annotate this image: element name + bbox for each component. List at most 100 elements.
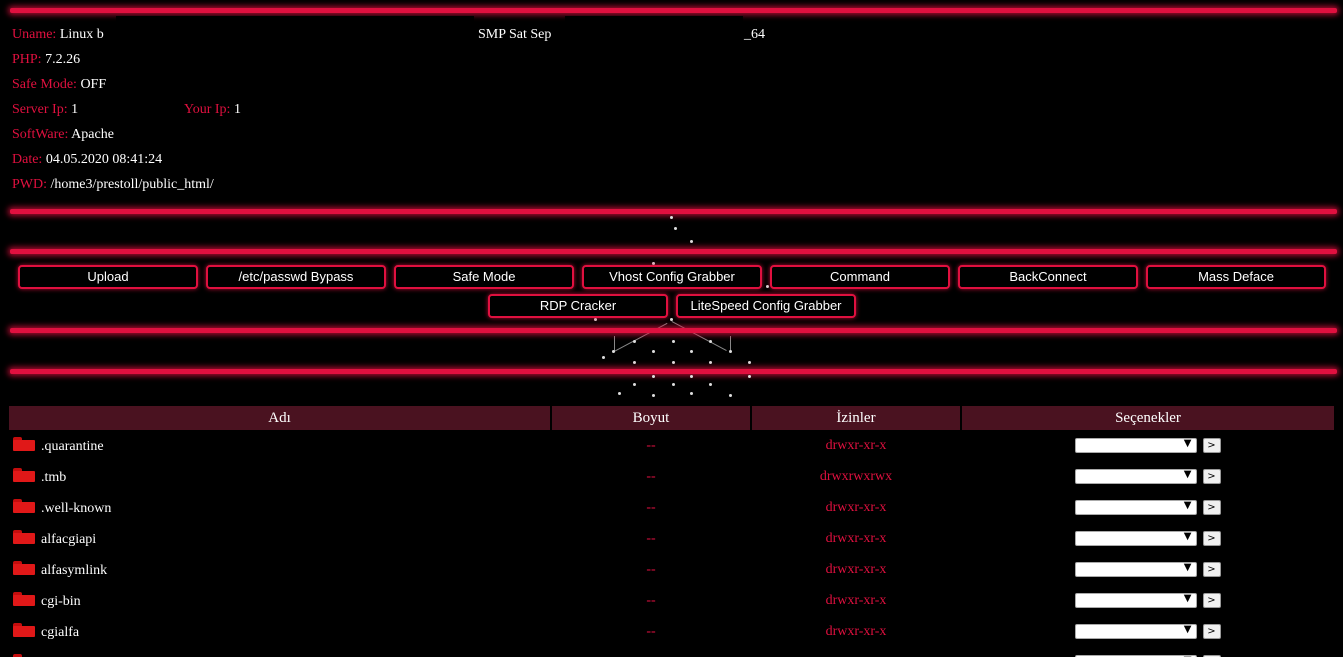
go-button[interactable]: > [1202, 437, 1221, 453]
uname-line: Uname: Linux b [12, 27, 104, 43]
folder-name-link[interactable]: alfasymlink [41, 563, 107, 578]
chevron-down-icon: ▼ [1183, 530, 1192, 542]
size-cell: -- [646, 623, 656, 639]
safe-mode-line: Safe Mode: OFF [12, 77, 106, 93]
particle-dot [594, 318, 597, 321]
size-cell: -- [646, 499, 656, 515]
particle-dot [652, 375, 655, 378]
options-cell: ▼> [961, 585, 1334, 616]
particle-line [671, 321, 727, 351]
php-value: 7.2.26 [45, 52, 81, 67]
folder-icon [13, 436, 35, 451]
options-cell: ▼> [961, 430, 1334, 461]
folder-icon [13, 529, 35, 544]
go-button[interactable]: > [1202, 499, 1221, 515]
upload-button[interactable]: Upload [18, 265, 198, 289]
particle-dot [633, 361, 636, 364]
folder-name-link[interactable]: .quarantine [41, 439, 104, 454]
mass-deface-button[interactable]: Mass Deface [1146, 265, 1326, 289]
chevron-down-icon: ▼ [1183, 468, 1192, 480]
go-button[interactable]: > [1202, 623, 1221, 639]
folder-icon [13, 591, 35, 606]
action-select[interactable]: ▼ [1074, 499, 1197, 515]
uname-value-b: SMP Sat Sep [478, 27, 552, 42]
passwd-bypass-button[interactable]: /etc/passwd Bypass [206, 265, 386, 289]
chevron-down-icon: ▼ [1183, 592, 1192, 604]
particle-dot [674, 227, 677, 230]
size-cell: -- [646, 468, 656, 484]
permissions-link[interactable]: drwxr-xr-x [751, 523, 961, 554]
date-label: Date: [12, 152, 43, 167]
folder-name-link[interactable]: alfacgiapi [41, 532, 96, 547]
date-value: 04.05.2020 08:41:24 [45, 152, 163, 167]
particle-dot [602, 356, 605, 359]
size-cell: -- [646, 561, 656, 577]
folder-icon [13, 560, 35, 575]
column-header-name[interactable]: Adı [9, 406, 552, 430]
column-header-size[interactable]: Boyut [551, 406, 752, 430]
table-row: .quarantine -- drwxr-xr-x ▼ > [9, 430, 1334, 461]
action-select[interactable]: ▼ [1074, 592, 1197, 608]
backconnect-button[interactable]: BackConnect [958, 265, 1138, 289]
file-table: Adı Boyut İzinler Seçenekler .quarantine… [9, 406, 1334, 657]
php-label: PHP: [12, 52, 42, 67]
particle-dot [709, 361, 712, 364]
permissions-link[interactable]: drwxr-xr-x [751, 585, 961, 616]
permissions-link[interactable]: drwxr-xr-x [751, 492, 961, 523]
rdp-cracker-button[interactable]: RDP Cracker [488, 294, 668, 318]
particle-dot [690, 375, 693, 378]
table-header-row: Adı Boyut İzinler Seçenekler [9, 406, 1334, 430]
file-name-cell: cgialfa [9, 616, 551, 647]
go-button[interactable]: > [1202, 592, 1221, 608]
particle-dot [748, 375, 751, 378]
options-cell: ▼> [961, 523, 1334, 554]
redaction-block [116, 16, 474, 44]
action-select[interactable]: ▼ [1074, 468, 1197, 484]
folder-name-link[interactable]: .tmb [41, 470, 66, 485]
table-row: .well-known -- drwxr-xr-x ▼ > [9, 492, 1334, 523]
folder-name-link[interactable]: cgi-bin [41, 594, 81, 609]
pwd-label: PWD: [12, 177, 47, 192]
redaction-block [565, 16, 743, 44]
particle-dot [672, 383, 675, 386]
size-cell: -- [646, 592, 656, 608]
menu-top-divider [10, 249, 1337, 254]
uname-line-part: _64 [744, 27, 765, 43]
particle-dot [729, 350, 732, 353]
size-cell: -- [646, 437, 656, 453]
chevron-down-icon: ▼ [1183, 561, 1192, 573]
menu-bottom-divider [10, 328, 1337, 333]
table-row: cgi-bin -- drwxr-xr-x ▼ > [9, 585, 1334, 616]
permissions-link[interactable] [751, 647, 961, 657]
folder-name-link[interactable]: cgialfa [41, 625, 79, 640]
action-select[interactable]: ▼ [1074, 623, 1197, 639]
file-name-cell [9, 647, 551, 657]
litespeed-config-grabber-button[interactable]: LiteSpeed Config Grabber [676, 294, 856, 318]
particle-dot [709, 340, 712, 343]
folder-name-link[interactable]: .well-known [41, 501, 111, 516]
go-button[interactable]: > [1202, 561, 1221, 577]
action-select[interactable]: ▼ [1074, 561, 1197, 577]
table-row: ▼> [9, 647, 1334, 657]
safe-mode-button[interactable]: Safe Mode [394, 265, 574, 289]
go-button[interactable]: > [1202, 530, 1221, 546]
your-ip-value: 1 [233, 102, 241, 117]
action-select[interactable]: ▼ [1074, 437, 1197, 453]
permissions-link[interactable]: drwxrwxrwx [751, 461, 961, 492]
action-select[interactable]: ▼ [1074, 530, 1197, 546]
particle-dot [690, 350, 693, 353]
permissions-link[interactable]: drwxr-xr-x [751, 554, 961, 585]
column-header-permissions[interactable]: İzinler [751, 406, 962, 430]
file-name-cell: alfacgiapi [9, 523, 551, 554]
command-button[interactable]: Command [770, 265, 950, 289]
permissions-link[interactable]: drwxr-xr-x [751, 616, 961, 647]
software-line: SoftWare: Apache [12, 127, 114, 143]
software-label: SoftWare: [12, 127, 69, 142]
vhost-config-grabber-button[interactable]: Vhost Config Grabber [582, 265, 762, 289]
column-header-options[interactable]: Seçenekler [961, 406, 1334, 430]
file-name-cell: .well-known [9, 492, 551, 523]
uname-label: Uname: [12, 27, 57, 42]
particle-dot [633, 340, 636, 343]
permissions-link[interactable]: drwxr-xr-x [751, 430, 961, 461]
go-button[interactable]: > [1202, 468, 1221, 484]
